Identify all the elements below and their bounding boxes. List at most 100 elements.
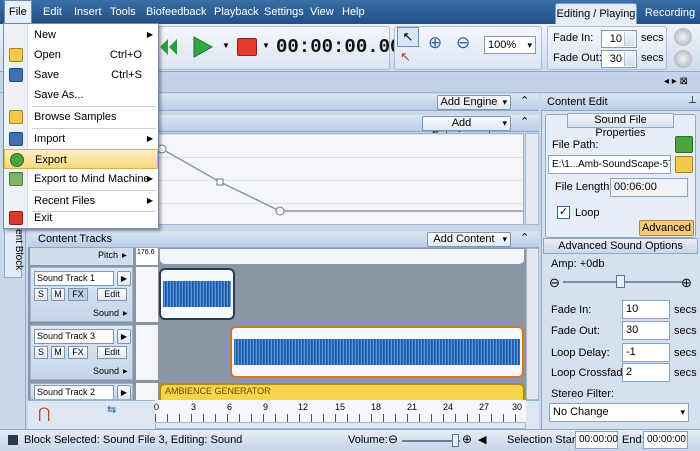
ambience-generator-clip[interactable]: AMBIENCE GENERATOR — [159, 383, 525, 400]
track-1-arrow[interactable]: ▶ — [117, 271, 131, 286]
track-1-edit[interactable]: Edit — [97, 288, 127, 301]
fit-icon[interactable]: ⇆ — [107, 403, 116, 416]
adv-fade-out-secs: secs — [674, 325, 697, 337]
sound-clip-3[interactable] — [230, 326, 524, 378]
red-pointer-icon[interactable]: ↖ — [400, 49, 411, 65]
loop-crossfade-field[interactable]: 2 — [622, 363, 670, 382]
rewind-icon[interactable] — [157, 36, 179, 58]
menu-item-label: Open — [34, 49, 61, 61]
menu-edit[interactable]: Edit — [39, 0, 66, 24]
zoom-select[interactable]: 100% — [484, 36, 536, 54]
menu-insert[interactable]: Insert — [70, 0, 106, 24]
tracks-scrollbar[interactable] — [526, 248, 539, 400]
graph-scrollbar[interactable] — [525, 133, 539, 225]
track-1-fx[interactable]: FX — [68, 288, 88, 301]
track-1-mute[interactable]: M — [51, 288, 65, 301]
dock-arrows-icon[interactable]: ◂ ▸ ⊠ — [664, 76, 688, 87]
menu-biofeedback[interactable]: Biofeedback — [142, 0, 211, 24]
add-engine-button[interactable]: Add Engine — [437, 95, 511, 110]
end-field[interactable]: 00:00:00 — [643, 431, 688, 449]
play-icon[interactable] — [190, 34, 214, 60]
adv-fade-out-field[interactable]: 30 — [622, 321, 670, 340]
stereo-filter-select[interactable]: No Change — [549, 403, 689, 422]
menu-settings[interactable]: Settings — [260, 0, 308, 24]
collapse-entrainment-icon[interactable]: ⌃ — [520, 115, 529, 128]
select-tool-icon[interactable]: ↖ — [397, 27, 419, 47]
folder-icon[interactable] — [675, 156, 693, 173]
amp-slider-thumb[interactable] — [616, 275, 625, 288]
speaker-icon[interactable]: ◀ — [478, 433, 486, 446]
add-content-button[interactable]: Add Content — [427, 232, 511, 247]
record-dropdown-icon[interactable]: ▼ — [262, 41, 270, 50]
adv-fade-out-label: Fade Out: — [551, 325, 600, 337]
refresh-icon[interactable] — [675, 136, 693, 153]
zoom-out-icon[interactable]: ⊖ — [456, 33, 470, 53]
volume-down-icon[interactable]: ⊖ — [388, 432, 398, 446]
advanced-button[interactable]: Advanced — [639, 220, 694, 236]
loop-checkbox[interactable]: ✓ — [557, 206, 570, 219]
zoom-in-icon[interactable]: ⊕ — [428, 33, 442, 53]
content-edit-title: Content Edit — [541, 94, 700, 111]
track-3-edit[interactable]: Edit — [97, 346, 127, 359]
magnet-icon[interactable]: ⋂ — [38, 404, 50, 422]
track-header-2: Sound Track 2 ▶ — [30, 383, 133, 400]
track-1-row-arrow[interactable]: ▶ — [123, 310, 128, 317]
track-3-mute[interactable]: M — [51, 346, 65, 359]
track-3-row-arrow[interactable]: ▶ — [123, 368, 128, 375]
menu-item-browse-samples[interactable]: Browse Samples — [4, 107, 158, 127]
volume-slider-thumb[interactable] — [452, 434, 459, 447]
timecode-display: 00:00:00.00 — [276, 36, 402, 58]
track-1-row-label: Sound — [93, 308, 120, 318]
loop-crossfade-label: Loop Crossfade: — [551, 367, 632, 379]
horizontal-scrollbar[interactable] — [155, 422, 526, 429]
menu-item-export-mind-machine[interactable]: Export to Mind Machine ▶ — [4, 169, 158, 189]
track-2-arrow[interactable]: ▶ — [117, 385, 131, 399]
record-icon[interactable] — [237, 38, 257, 56]
track-name-2[interactable]: Sound Track 2 — [34, 385, 114, 399]
track-3-solo[interactable]: S — [34, 346, 48, 359]
track-1-solo[interactable]: S — [34, 288, 48, 301]
menu-help[interactable]: Help — [338, 0, 369, 24]
menu-item-export[interactable]: Export — [4, 149, 158, 169]
file-path-field[interactable]: E:\1...Amb-SoundScape-57 — [548, 155, 671, 174]
collapse-content-icon[interactable]: ⌃ — [520, 231, 529, 244]
selection-start-label: Selection Start: — [507, 434, 582, 446]
menu-playback[interactable]: Playback — [210, 0, 263, 24]
fade-out-secs: secs — [641, 52, 664, 64]
menu-item-open[interactable]: Open Ctrl+O — [4, 45, 158, 65]
tab-recording[interactable]: Recording — [642, 3, 698, 24]
globe-icon[interactable] — [674, 28, 692, 46]
amp-increase-icon[interactable]: ⊕ — [681, 275, 692, 291]
sound-clip-1[interactable] — [159, 268, 235, 320]
track-name-1[interactable]: Sound Track 1 — [34, 271, 114, 286]
play-dropdown-icon[interactable]: ▼ — [222, 41, 230, 50]
menu-view[interactable]: View — [306, 0, 338, 24]
menu-file[interactable]: File — [4, 0, 32, 24]
pitch-lane[interactable] — [159, 248, 525, 265]
track-3-fx[interactable]: FX — [68, 346, 88, 359]
fade-in-spinner[interactable]: 10 — [601, 30, 637, 48]
menu-item-exit[interactable]: Exit — [4, 208, 158, 228]
adv-fade-in-secs: secs — [674, 304, 697, 316]
menu-item-save-as[interactable]: Save As... — [4, 85, 158, 105]
amp-decrease-icon[interactable]: ⊖ — [549, 275, 560, 291]
add-entrainment-button[interactable]: Add Entrainment — [422, 116, 511, 142]
selection-start-field[interactable]: 00:00:00 — [575, 431, 618, 449]
menu-item-new[interactable]: New ▶ — [4, 25, 158, 45]
pin-icon[interactable]: ⊥ — [688, 95, 697, 106]
track-3-arrow[interactable]: ▶ — [117, 329, 131, 344]
menu-item-import[interactable]: Import ▶ — [4, 129, 158, 149]
menu-tools[interactable]: Tools — [106, 0, 140, 24]
pitch-arrow-icon[interactable]: ▶ — [122, 252, 127, 259]
menu-item-save[interactable]: Save Ctrl+S — [4, 65, 158, 85]
fade-out-spinner[interactable]: 30 — [601, 50, 637, 68]
ruler-30: 30 — [512, 402, 523, 412]
settings-icon[interactable] — [674, 50, 692, 68]
advanced-sound-options-title: Advanced Sound Options — [543, 238, 698, 254]
track-name-3[interactable]: Sound Track 3 — [34, 329, 114, 344]
tab-editing-playing[interactable]: Editing / Playing — [555, 3, 637, 24]
adv-fade-in-field[interactable]: 10 — [622, 300, 670, 319]
loop-delay-field[interactable]: -1 — [622, 343, 670, 362]
collapse-engine-icon[interactable]: ⌃ — [520, 94, 529, 107]
volume-up-icon[interactable]: ⊕ — [462, 432, 472, 446]
